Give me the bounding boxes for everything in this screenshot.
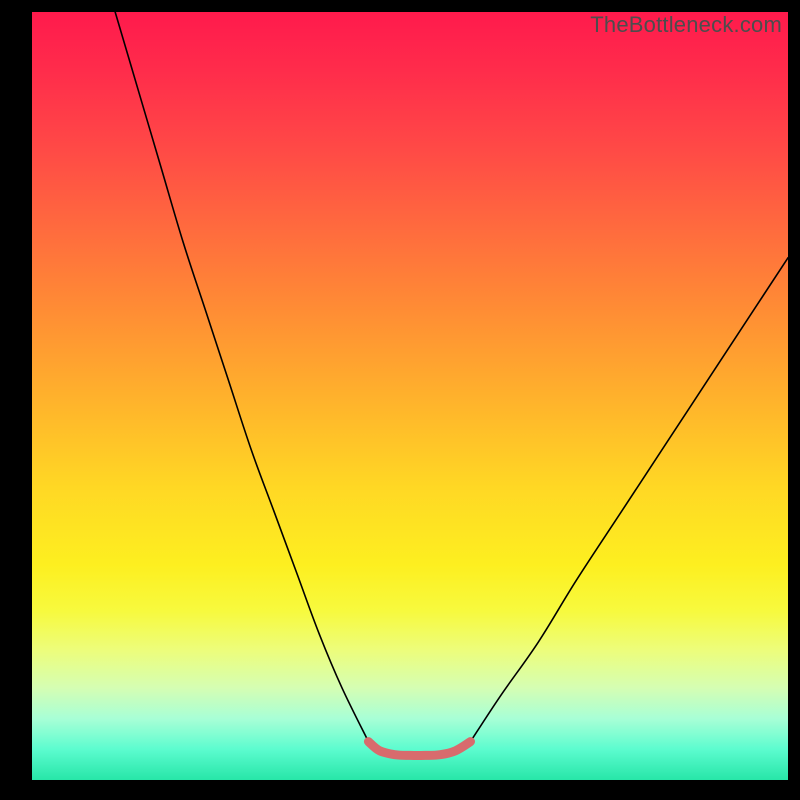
plateau-curve [368, 742, 470, 756]
plot-area: TheBottleneck.com [32, 12, 788, 780]
curve-canvas [32, 12, 788, 780]
chart-frame: TheBottleneck.com [0, 0, 800, 800]
left-curve [115, 12, 368, 742]
right-curve [470, 258, 788, 742]
